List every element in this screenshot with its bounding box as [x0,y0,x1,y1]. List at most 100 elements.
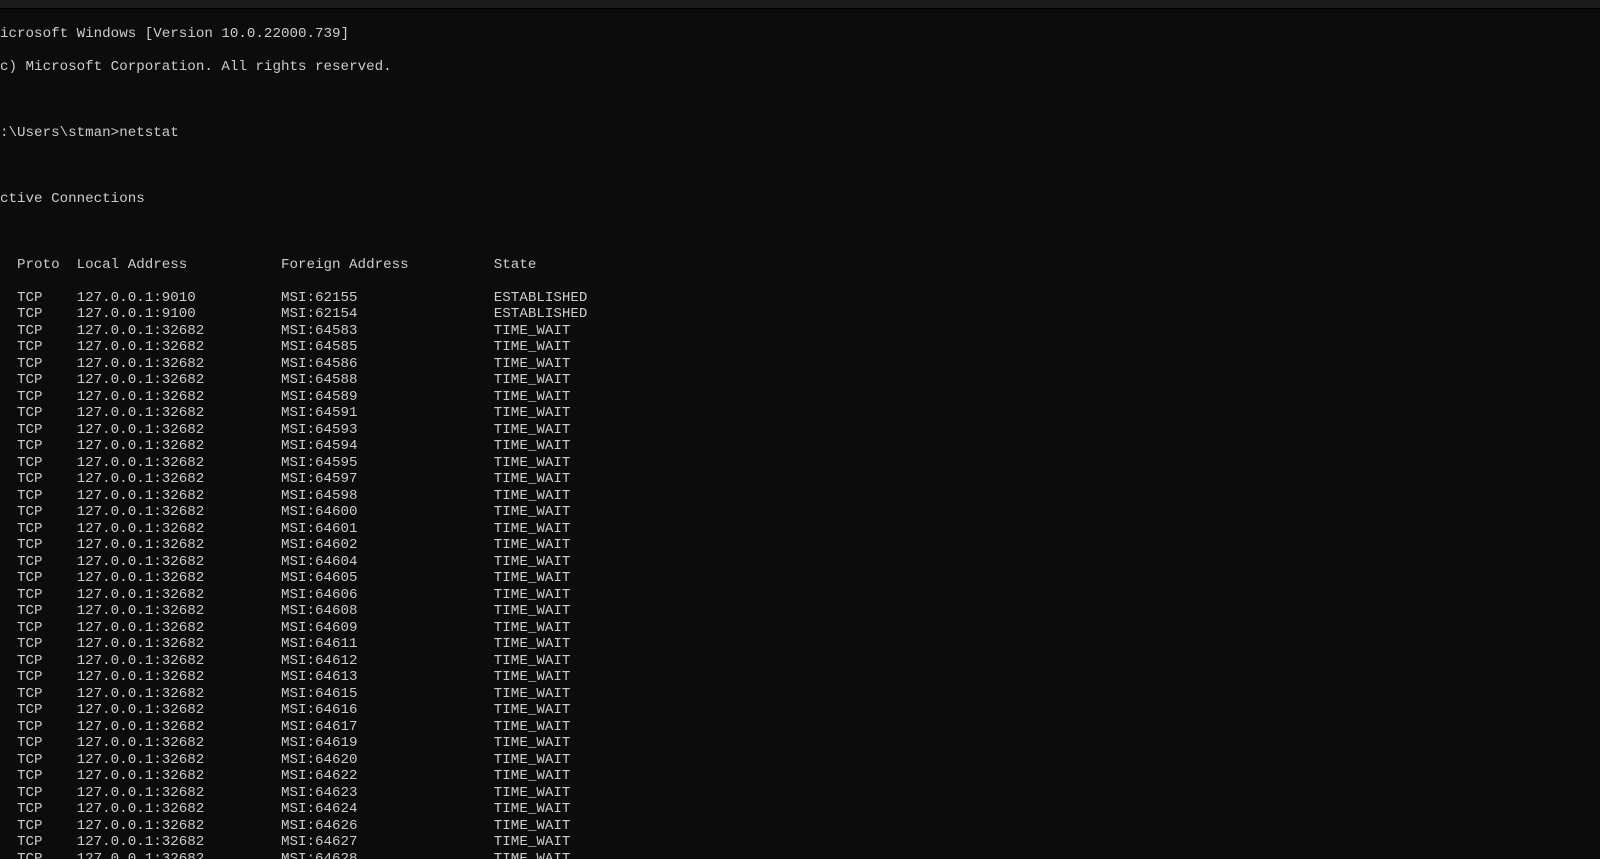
cell-state: TIME_WAIT [494,504,664,521]
table-row: TCP127.0.0.1:32682MSI:64585TIME_WAIT [0,339,1600,356]
cell-proto: TCP [0,801,77,818]
cell-proto: TCP [0,785,77,802]
table-row: TCP127.0.0.1:32682MSI:64617TIME_WAIT [0,719,1600,736]
cell-proto: TCP [0,669,77,686]
cell-proto: TCP [0,818,77,835]
blank-line [0,224,1600,241]
cell-foreign: MSI:64602 [281,537,494,554]
cell-foreign: MSI:64589 [281,389,494,406]
cell-proto: TCP [0,752,77,769]
cell-proto: TCP [0,323,77,340]
cell-foreign: MSI:64622 [281,768,494,785]
header-state: State [494,257,664,274]
cell-state: TIME_WAIT [494,488,664,505]
cell-foreign: MSI:64627 [281,834,494,851]
header-local: Local Address [77,257,281,274]
cell-foreign: MSI:64605 [281,570,494,587]
cell-state: TIME_WAIT [494,735,664,752]
cell-state: TIME_WAIT [494,768,664,785]
cell-foreign: MSI:64606 [281,587,494,604]
table-row: TCP127.0.0.1:32682MSI:64619TIME_WAIT [0,735,1600,752]
cell-local: 127.0.0.1:32682 [77,785,281,802]
table-row: TCP127.0.0.1:32682MSI:64591TIME_WAIT [0,405,1600,422]
table-row: TCP127.0.0.1:32682MSI:64624TIME_WAIT [0,801,1600,818]
prompt-command: netstat [119,125,179,142]
cell-local: 127.0.0.1:32682 [77,570,281,587]
table-row: TCP127.0.0.1:32682MSI:64601TIME_WAIT [0,521,1600,538]
cell-foreign: MSI:64624 [281,801,494,818]
table-row: TCP127.0.0.1:32682MSI:64597TIME_WAIT [0,471,1600,488]
cell-state: TIME_WAIT [494,372,664,389]
cell-state: ESTABLISHED [494,290,664,307]
cell-foreign: MSI:64611 [281,636,494,653]
cell-local: 127.0.0.1:32682 [77,735,281,752]
cell-local: 127.0.0.1:32682 [77,438,281,455]
cell-foreign: MSI:64598 [281,488,494,505]
banner-text-2: c) Microsoft Corporation. All rights res… [0,59,392,76]
cell-proto: TCP [0,504,77,521]
cell-local: 127.0.0.1:32682 [77,323,281,340]
prompt-line[interactable]: :\Users\stman>netstat [0,125,1600,142]
cell-local: 127.0.0.1:32682 [77,521,281,538]
cell-proto: TCP [0,290,77,307]
cell-local: 127.0.0.1:32682 [77,537,281,554]
cell-foreign: MSI:64591 [281,405,494,422]
cell-proto: TCP [0,554,77,571]
cell-local: 127.0.0.1:32682 [77,653,281,670]
cell-proto: TCP [0,834,77,851]
cell-state: TIME_WAIT [494,405,664,422]
table-row: TCP127.0.0.1:32682MSI:64583TIME_WAIT [0,323,1600,340]
cell-proto: TCP [0,636,77,653]
cell-foreign: MSI:64583 [281,323,494,340]
cell-state: TIME_WAIT [494,636,664,653]
table-row: TCP127.0.0.1:32682MSI:64613TIME_WAIT [0,669,1600,686]
cell-proto: TCP [0,389,77,406]
cell-state: TIME_WAIT [494,537,664,554]
cell-local: 127.0.0.1:32682 [77,554,281,571]
cell-foreign: MSI:64594 [281,438,494,455]
cell-proto: TCP [0,488,77,505]
cell-foreign: MSI:64617 [281,719,494,736]
cell-state: TIME_WAIT [494,587,664,604]
cell-foreign: MSI:64615 [281,686,494,703]
table-row: TCP127.0.0.1:32682MSI:64626TIME_WAIT [0,818,1600,835]
cell-state: TIME_WAIT [494,323,664,340]
table-row: TCP127.0.0.1:32682MSI:64600TIME_WAIT [0,504,1600,521]
cell-local: 127.0.0.1:32682 [77,389,281,406]
cell-proto: TCP [0,438,77,455]
cell-local: 127.0.0.1:32682 [77,768,281,785]
table-row: TCP127.0.0.1:32682MSI:64588TIME_WAIT [0,372,1600,389]
cell-state: TIME_WAIT [494,719,664,736]
cell-state: TIME_WAIT [494,603,664,620]
cell-proto: TCP [0,356,77,373]
table-row: TCP127.0.0.1:32682MSI:64602TIME_WAIT [0,537,1600,554]
cell-local: 127.0.0.1:32682 [77,405,281,422]
cell-state: TIME_WAIT [494,834,664,851]
prompt-path: :\Users\stman> [0,125,119,142]
cell-proto: TCP [0,702,77,719]
cell-state: TIME_WAIT [494,389,664,406]
table-row: TCP127.0.0.1:32682MSI:64622TIME_WAIT [0,768,1600,785]
cell-local: 127.0.0.1:9100 [77,306,281,323]
table-row: TCP127.0.0.1:32682MSI:64628TIME_WAIT [0,851,1600,859]
cell-proto: TCP [0,686,77,703]
table-row: TCP127.0.0.1:32682MSI:64627TIME_WAIT [0,834,1600,851]
table-row: TCP127.0.0.1:32682MSI:64615TIME_WAIT [0,686,1600,703]
cell-local: 127.0.0.1:32682 [77,801,281,818]
table-row: TCP127.0.0.1:32682MSI:64611TIME_WAIT [0,636,1600,653]
cell-local: 127.0.0.1:32682 [77,752,281,769]
cell-local: 127.0.0.1:32682 [77,834,281,851]
cell-foreign: MSI:64593 [281,422,494,439]
section-title-text: ctive Connections [0,191,145,208]
cell-state: TIME_WAIT [494,455,664,472]
table-row: TCP127.0.0.1:32682MSI:64616TIME_WAIT [0,702,1600,719]
cell-foreign: MSI:64626 [281,818,494,835]
cell-foreign: MSI:64601 [281,521,494,538]
cell-foreign: MSI:64619 [281,735,494,752]
cell-proto: TCP [0,653,77,670]
cell-local: 127.0.0.1:32682 [77,818,281,835]
cell-foreign: MSI:64597 [281,471,494,488]
cell-state: TIME_WAIT [494,554,664,571]
terminal-output[interactable]: icrosoft Windows [Version 10.0.22000.739… [0,9,1600,859]
table-row: TCP127.0.0.1:32682MSI:64608TIME_WAIT [0,603,1600,620]
